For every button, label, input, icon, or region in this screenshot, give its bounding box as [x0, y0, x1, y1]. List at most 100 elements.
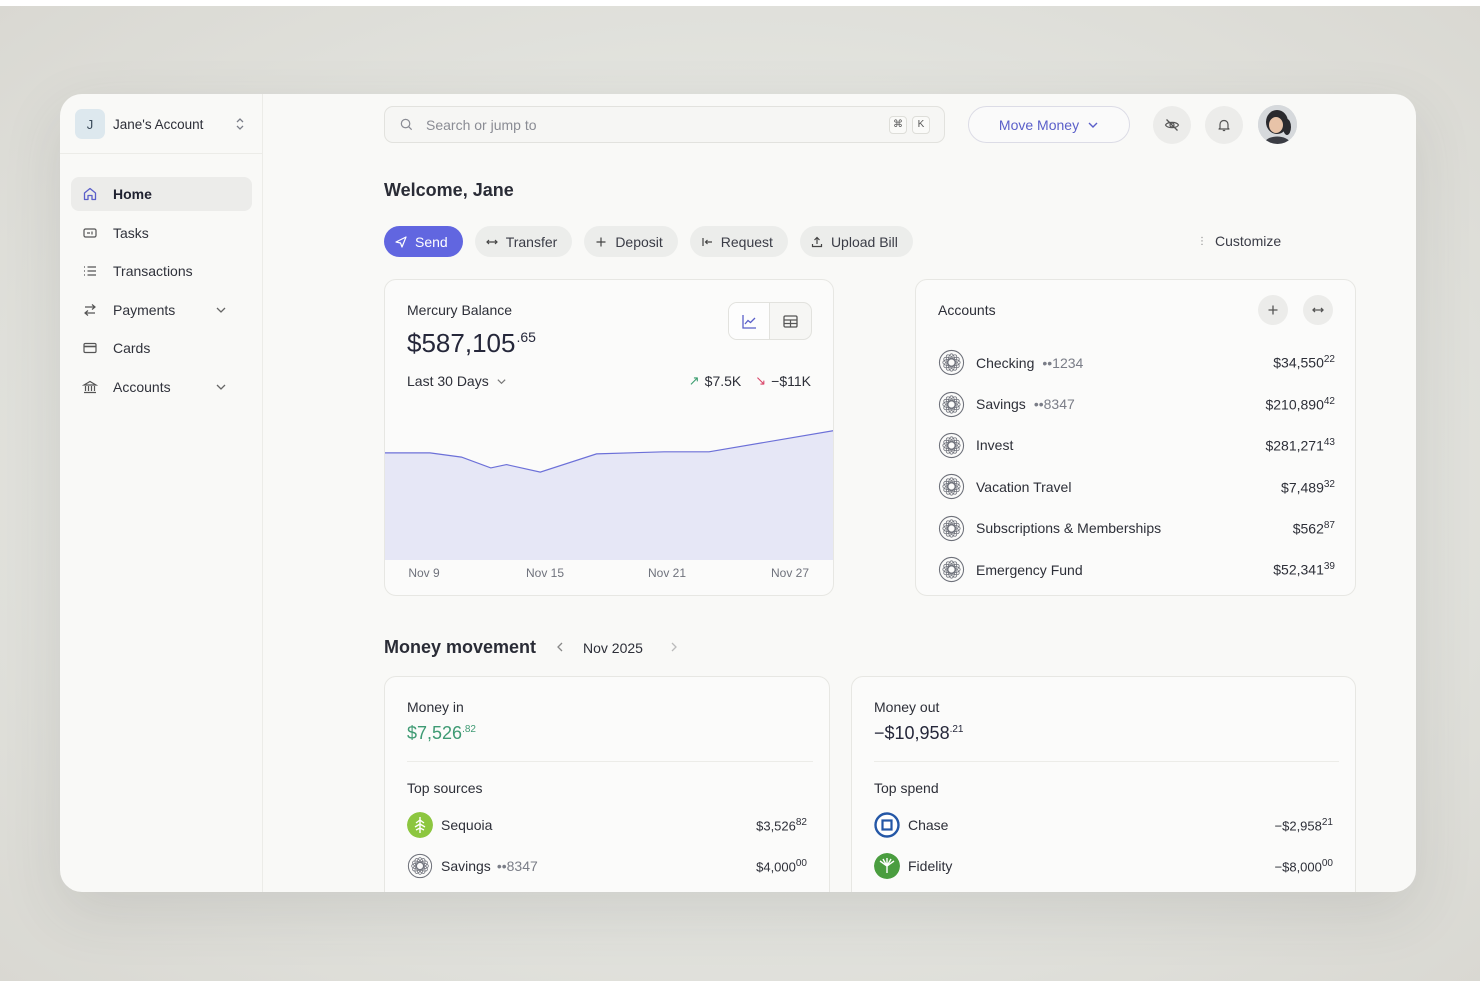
- sidebar-item-label: Accounts: [113, 378, 171, 395]
- account-switcher[interactable]: J Jane's Account: [75, 109, 247, 139]
- move-money-button[interactable]: Move Money: [968, 106, 1130, 143]
- search-icon: [400, 118, 413, 131]
- transfer-between-accounts-button[interactable]: [1303, 295, 1333, 325]
- x-tick-label: Nov 9: [408, 566, 440, 580]
- line-chart-icon: [741, 314, 756, 329]
- sidebar-item-cards[interactable]: Cards: [71, 331, 252, 365]
- x-tick-label: Nov 21: [647, 566, 687, 580]
- add-account-button[interactable]: [1258, 295, 1288, 325]
- send-icon: [395, 235, 407, 248]
- transfer-label: Transfer: [505, 233, 558, 250]
- chevron-down-icon: [1088, 122, 1098, 128]
- eye-off-icon: [1164, 119, 1180, 131]
- balance-chart: [385, 430, 833, 560]
- request-button[interactable]: Request: [689, 226, 788, 257]
- main-content: Search or jump to ⌘ K Move Money Welcome…: [263, 94, 1416, 892]
- chevron-down-icon: [497, 378, 506, 384]
- sidebar-item-label: Home: [113, 186, 152, 202]
- hide-balances-button[interactable]: [1153, 106, 1191, 144]
- request-label: Request: [720, 233, 773, 250]
- account-name: Checking: [976, 354, 1035, 371]
- list-icon: [84, 266, 96, 276]
- money-out-card: Money out −$10,958.21 Top spend Chase −$2…: [851, 676, 1356, 892]
- divider: [407, 761, 813, 762]
- search-input[interactable]: Search or jump to ⌘ K: [384, 106, 945, 143]
- chevron-updown-icon: [233, 117, 247, 132]
- money-movement-month: Nov 2025: [583, 640, 643, 656]
- money-out-value: −$10,958.21: [874, 723, 963, 744]
- user-photo: [1258, 105, 1297, 144]
- sidebar-nav: Home Tasks Transactions Payments Cards A…: [71, 177, 252, 408]
- search-placeholder: Search or jump to: [426, 116, 537, 133]
- send-button[interactable]: Send: [384, 226, 463, 257]
- account-balance: $210,89042: [1265, 396, 1335, 413]
- counterparty-row[interactable]: Chase −$2,95821: [874, 804, 1333, 846]
- x-tick-label: Nov 27: [770, 566, 810, 580]
- top-spend-list: Chase −$2,95821 Fidelity −$8,00000: [874, 804, 1333, 887]
- sidebar-item-tasks[interactable]: Tasks: [71, 216, 252, 250]
- sidebar-item-accounts[interactable]: Accounts: [71, 370, 252, 404]
- top-sources-label: Top sources: [407, 780, 483, 796]
- sidebar-item-transactions[interactable]: Transactions: [71, 254, 252, 288]
- account-mask: ••8347: [1033, 396, 1075, 413]
- money-out-delta: −$11K: [771, 373, 811, 389]
- plus-icon: [1268, 305, 1278, 315]
- account-row[interactable]: Savings ••8347 $210,89042: [938, 383, 1335, 424]
- account-name: Savings: [976, 396, 1026, 413]
- card-icon: [83, 342, 97, 354]
- account-balance-cents: 43: [1323, 437, 1335, 449]
- chevron-right-icon[interactable]: [668, 641, 680, 653]
- counterparty-row[interactable]: Fidelity −$8,00000: [874, 846, 1333, 888]
- account-row[interactable]: Invest $281,27143: [938, 425, 1335, 466]
- balance-label: Mercury Balance: [407, 302, 513, 318]
- customize-label: Customize: [1215, 233, 1282, 249]
- counterparty-amount: −$8,00000: [1275, 858, 1333, 874]
- chevron-down-icon[interactable]: [215, 381, 227, 393]
- counterparty-amount-cents: 00: [1321, 858, 1333, 870]
- chevron-left-icon[interactable]: [554, 641, 566, 653]
- sidebar-item-label: Cards: [113, 340, 151, 356]
- bottom-strip: [0, 981, 1480, 987]
- account-balance: $7,48932: [1281, 479, 1335, 496]
- money-in-card: Money in $7,526.82 Top sources Sequoia $3…: [384, 676, 830, 892]
- account-row[interactable]: Checking ••1234 $34,55022: [938, 342, 1335, 383]
- period-dropdown[interactable]: Last 30 Days: [407, 373, 507, 389]
- account-name: Vacation Travel: [976, 478, 1072, 495]
- chart-area-fill: [385, 430, 833, 560]
- sequoia-logo-icon: [407, 811, 433, 838]
- divider: [874, 761, 1339, 762]
- deposit-button[interactable]: Deposit: [584, 226, 678, 257]
- account-name: Invest: [976, 437, 1014, 454]
- transfer-button[interactable]: Transfer: [474, 226, 573, 257]
- balance-deltas: ↗ $7.5K ↘ −$11K: [689, 373, 811, 389]
- accounts-card: Accounts Checking ••1234 $34,55022 Savings •…: [915, 279, 1356, 596]
- mercury-logo-icon: [407, 854, 433, 879]
- account-balance-cents: 22: [1323, 354, 1335, 366]
- x-tick-label: Nov 15: [525, 566, 565, 580]
- customize-button[interactable]: ⋮ Customize: [1197, 233, 1281, 249]
- sidebar-item-label: Tasks: [113, 224, 149, 241]
- arrow-up-right-icon: ↗: [688, 373, 700, 388]
- counterparty-name: Chase: [908, 816, 949, 833]
- app-window: J Jane's Account Home Tasks Transactions: [60, 94, 1416, 892]
- account-balance-cents: 39: [1323, 561, 1335, 573]
- account-balance-dollars: $7,489: [1281, 479, 1324, 496]
- notifications-button[interactable]: [1205, 106, 1243, 144]
- accounts-title: Accounts: [938, 302, 996, 318]
- mercury-logo-icon: [938, 391, 965, 417]
- sidebar-item-payments[interactable]: Payments: [71, 293, 252, 327]
- counterparty-row[interactable]: Sequoia $3,52682: [407, 804, 807, 846]
- user-avatar[interactable]: [1258, 105, 1297, 144]
- chevron-down-icon[interactable]: [215, 304, 227, 316]
- account-row[interactable]: Vacation Travel $7,48932: [938, 466, 1335, 507]
- counterparty-amount-cents: 82: [795, 816, 807, 828]
- sidebar-item-home[interactable]: Home: [71, 177, 252, 211]
- account-row[interactable]: Emergency Fund $52,34139: [938, 549, 1335, 590]
- upload-bill-button[interactable]: Upload Bill: [799, 226, 913, 257]
- sidebar-item-label: Payments: [113, 301, 176, 318]
- line-chart-view-button[interactable]: [729, 303, 771, 339]
- account-row[interactable]: Subscriptions & Memberships $56287: [938, 508, 1335, 549]
- table-view-button[interactable]: [770, 303, 811, 339]
- bell-icon: [1218, 119, 1230, 132]
- counterparty-row[interactable]: Savings ••8347 $4,00000: [407, 846, 807, 888]
